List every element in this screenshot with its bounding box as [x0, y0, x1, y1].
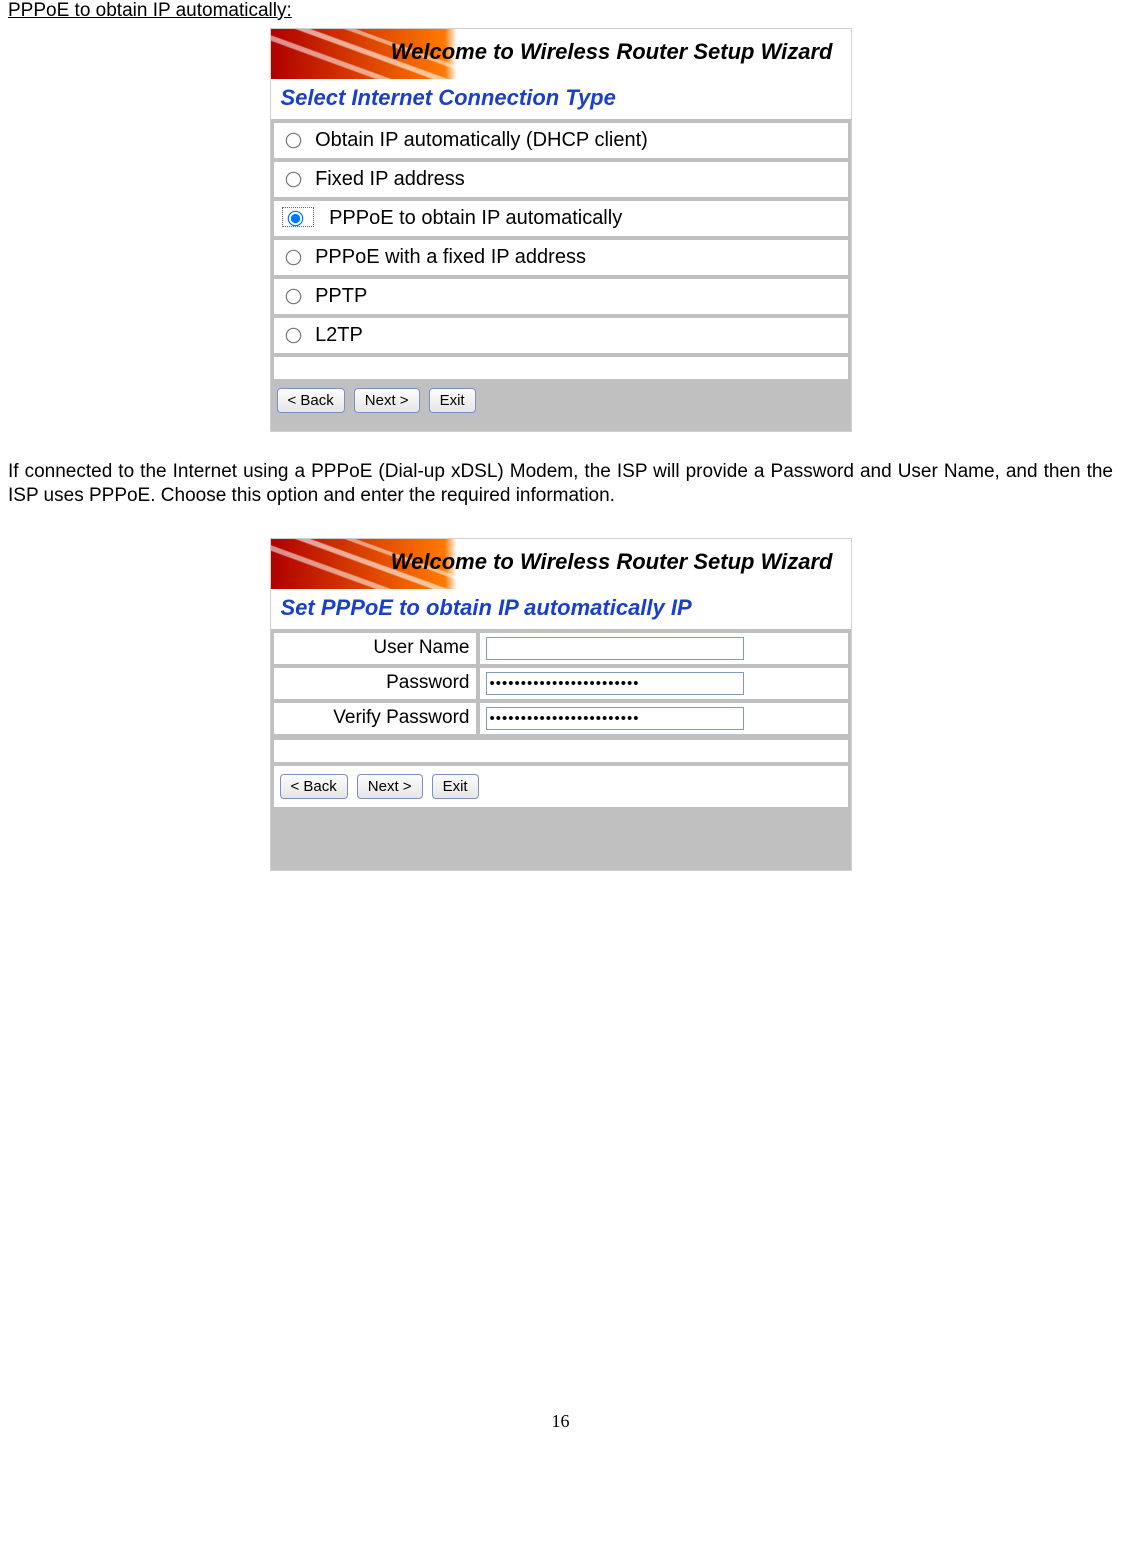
next-button[interactable]: Next >	[357, 774, 423, 799]
option-label: Fixed IP address	[315, 168, 465, 190]
back-button[interactable]: < Back	[280, 774, 348, 799]
wizard1-header: Select Internet Connection Type	[271, 79, 851, 120]
banner-title: Welcome to Wireless Router Setup Wizard	[391, 39, 833, 65]
option-fixed-ip[interactable]: Fixed IP address	[273, 161, 849, 198]
radio-pppoe-auto[interactable]	[287, 211, 303, 227]
password-input[interactable]	[486, 672, 744, 695]
option-dhcp[interactable]: Obtain IP automatically (DHCP client)	[273, 122, 849, 159]
pppoe-form: User Name Password Verify Password	[271, 630, 851, 737]
option-label: PPTP	[315, 285, 367, 307]
back-button[interactable]: < Back	[277, 388, 345, 413]
connection-type-options: Obtain IP automatically (DHCP client) Fi…	[271, 122, 851, 380]
option-pppoe-fixed[interactable]: PPPoE with a fixed IP address	[273, 239, 849, 276]
option-label: L2TP	[315, 324, 363, 346]
wizard-bottom-space	[271, 810, 851, 870]
verify-password-label: Verify Password	[273, 702, 477, 735]
page-number: 16	[8, 1411, 1113, 1432]
radio-fixed-ip[interactable]	[285, 172, 301, 188]
radio-l2tp[interactable]	[285, 328, 301, 344]
banner-title: Welcome to Wireless Router Setup Wizard	[391, 549, 833, 575]
wizard1-buttons: < Back Next > Exit	[271, 382, 851, 431]
password-label: Password	[273, 667, 477, 700]
username-label: User Name	[273, 632, 477, 665]
wizard-banner: Welcome to Wireless Router Setup Wizard	[271, 539, 851, 589]
radio-dhcp[interactable]	[285, 133, 301, 149]
username-input[interactable]	[486, 637, 744, 660]
wizard-banner: Welcome to Wireless Router Setup Wizard	[271, 29, 851, 79]
description-paragraph: If connected to the Internet using a PPP…	[8, 460, 1113, 508]
radio-pppoe-fixed[interactable]	[285, 250, 301, 266]
wizard-pppoe-form: Welcome to Wireless Router Setup Wizard …	[270, 538, 852, 871]
verify-password-input[interactable]	[486, 707, 744, 730]
section-title: PPPoE to obtain IP automatically:	[8, 0, 1113, 22]
option-label: Obtain IP automatically (DHCP client)	[315, 129, 648, 151]
exit-button[interactable]: Exit	[432, 774, 479, 799]
radio-pptp[interactable]	[285, 289, 301, 305]
next-button[interactable]: Next >	[354, 388, 420, 413]
option-label: PPPoE with a fixed IP address	[315, 246, 586, 268]
wizard2-header: Set PPPoE to obtain IP automatically IP	[271, 589, 851, 630]
spacer	[273, 356, 849, 380]
option-label: PPPoE to obtain IP automatically	[329, 207, 622, 229]
option-pptp[interactable]: PPTP	[273, 278, 849, 315]
option-pppoe-auto[interactable]: PPPoE to obtain IP automatically	[273, 200, 849, 237]
exit-button[interactable]: Exit	[429, 388, 476, 413]
wizard2-buttons: < Back Next > Exit	[273, 765, 849, 808]
wizard-select-connection: Welcome to Wireless Router Setup Wizard …	[270, 28, 852, 432]
spacer	[273, 739, 849, 763]
option-l2tp[interactable]: L2TP	[273, 317, 849, 354]
